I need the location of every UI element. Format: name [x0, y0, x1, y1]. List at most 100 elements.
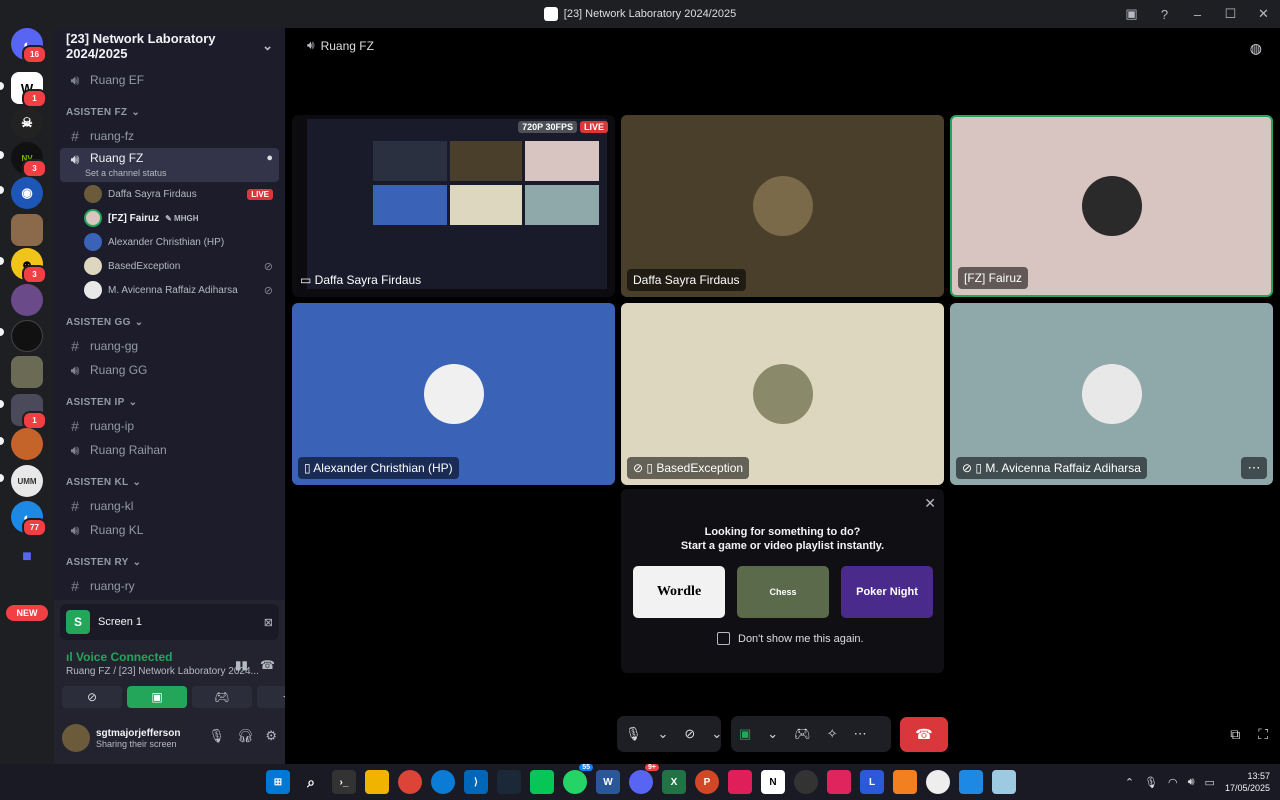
- game-chess[interactable]: Chess: [737, 566, 829, 618]
- server-icon[interactable]: [11, 214, 43, 246]
- stop-stream-icon[interactable]: ⊠: [264, 616, 273, 629]
- server-icon[interactable]: 1: [11, 394, 47, 430]
- voice-member[interactable]: M. Avicenna Raffaiz Adiharsa ⊘: [84, 278, 279, 302]
- minimize-button[interactable]: –: [1181, 7, 1214, 22]
- chevron-down-icon[interactable]: ⌄: [759, 726, 786, 742]
- slack-icon[interactable]: [728, 770, 752, 794]
- text-channel-ruang-ip[interactable]: # ruang-ip: [60, 414, 279, 438]
- server-icon[interactable]: [11, 428, 43, 460]
- maximize-button[interactable]: ☐: [1214, 6, 1247, 22]
- category-asisten-gg[interactable]: ASISTEN GG ⌄: [54, 310, 285, 334]
- search-icon[interactable]: ⌕: [299, 770, 323, 794]
- camera-toggle-button[interactable]: ⊘: [62, 686, 122, 708]
- dont-show-checkbox[interactable]: Don't show me this again.: [717, 632, 864, 645]
- server-icon[interactable]: UMM: [11, 465, 43, 497]
- chevron-down-icon[interactable]: ⌄: [703, 726, 730, 742]
- participant-tile[interactable]: ⊘ ▯ BasedException: [621, 303, 944, 485]
- clock[interactable]: 13:57 17/05/2025: [1225, 770, 1270, 794]
- voice-member[interactable]: BasedException ⊘: [84, 254, 279, 278]
- server-icon[interactable]: ☠: [11, 107, 43, 139]
- server-icon[interactable]: ◐ 77: [11, 501, 47, 537]
- server-icon[interactable]: ☻ 3: [11, 248, 47, 284]
- participant-tile[interactable]: ▯ Alexander Christhian (HP): [292, 303, 615, 485]
- activity-button[interactable]: 🎮︎: [192, 686, 252, 708]
- mic-control[interactable]: 🎙︎ ⌄ ⊘ ⌄: [617, 716, 722, 752]
- category-asisten-ip[interactable]: ASISTEN IP ⌄: [54, 390, 285, 414]
- microphone-icon[interactable]: 🎙︎: [208, 728, 225, 744]
- start-button[interactable]: ⊞: [266, 770, 290, 794]
- microphone-icon[interactable]: 🎙︎: [1144, 776, 1158, 789]
- server-icon[interactable]: NV 3: [11, 142, 47, 178]
- battery-icon[interactable]: ▭: [1205, 776, 1215, 789]
- chevron-down-icon[interactable]: ⌄: [650, 726, 677, 742]
- noise-suppression-icon[interactable]: ▮▮: [235, 658, 248, 672]
- text-channel-ruang-fz[interactable]: # ruang-fz: [60, 124, 279, 148]
- cloudflare-icon[interactable]: [893, 770, 917, 794]
- voice-channel-ruang-fz[interactable]: 🔊︎ Ruang FZ Set a channel status ●: [60, 148, 279, 182]
- participant-tile[interactable]: ⊘ ▯ M. Avicenna Raffaiz Adiharsa ⋯: [950, 303, 1273, 485]
- steam-icon[interactable]: [497, 770, 521, 794]
- channel-status[interactable]: Set a channel status: [85, 168, 167, 178]
- disconnect-icon[interactable]: ☎: [260, 658, 275, 672]
- text-channel-ruang-gg[interactable]: # ruang-gg: [60, 334, 279, 358]
- voice-channel-ruang-gg[interactable]: 🔊︎ Ruang GG: [60, 358, 279, 382]
- app-l-icon[interactable]: L: [860, 770, 884, 794]
- text-channel-ruang-kl[interactable]: # ruang-kl: [60, 494, 279, 518]
- chat-icon[interactable]: ◍: [1250, 40, 1262, 57]
- soundboard-icon[interactable]: ✧: [819, 726, 846, 742]
- share-controls[interactable]: ▣ ⌄ 🎮︎ ✧ ⋯: [731, 716, 891, 752]
- server-folder-icon[interactable]: ■: [11, 541, 43, 573]
- fullscreen-icon[interactable]: ⛶: [1258, 726, 1268, 743]
- screen-share-icon[interactable]: ▣: [731, 726, 759, 742]
- discord-home-button[interactable]: ◐ 16: [11, 28, 47, 64]
- word-icon[interactable]: W: [596, 770, 620, 794]
- terminal-icon[interactable]: ›_: [332, 770, 356, 794]
- screen-share-button[interactable]: ▣: [127, 686, 187, 708]
- disconnect-button[interactable]: ☎: [900, 717, 948, 752]
- more-icon[interactable]: ⋯: [846, 726, 875, 742]
- server-icon[interactable]: W1: [11, 72, 47, 108]
- camera-off-icon[interactable]: ⊘: [676, 726, 703, 742]
- participant-tile[interactable]: Daffa Sayra Firdaus: [621, 115, 944, 297]
- close-window-button[interactable]: ✕: [1247, 6, 1280, 22]
- participant-tile-speaking[interactable]: [FZ] Fairuz: [950, 115, 1273, 297]
- game-wordle[interactable]: Wordle: [633, 566, 725, 618]
- category-asisten-ry[interactable]: ASISTEN RY ⌄: [54, 550, 285, 574]
- voice-member[interactable]: [FZ] Fairuz ✎ MHGH: [84, 206, 279, 230]
- text-channel-ruang-ry[interactable]: # ruang-ry: [60, 574, 279, 598]
- screen-share-preview[interactable]: S Screen 1 ⊠: [60, 604, 279, 640]
- chatgpt-icon[interactable]: [794, 770, 818, 794]
- guild-header[interactable]: [23] Network Laboratory 2024/2025 ⌄: [54, 28, 285, 64]
- server-icon[interactable]: [11, 284, 43, 316]
- server-icon[interactable]: ◉: [11, 177, 43, 209]
- microphone-icon[interactable]: 🎙︎: [617, 726, 650, 742]
- app-icon[interactable]: [827, 770, 851, 794]
- edge-icon[interactable]: [431, 770, 455, 794]
- wifi-icon[interactable]: ◠: [1168, 776, 1178, 789]
- voice-channel-ruang-ef[interactable]: 🔊︎ Ruang EF: [60, 68, 279, 92]
- chevron-up-icon[interactable]: ⌃: [1125, 776, 1134, 789]
- close-icon[interactable]: ✕: [924, 495, 936, 512]
- vscode-icon[interactable]: ⟩: [464, 770, 488, 794]
- inbox-icon[interactable]: ▣: [1115, 6, 1148, 22]
- category-asisten-fz[interactable]: ASISTEN FZ ⌄: [54, 100, 285, 124]
- chat-bubble-icon[interactable]: ●: [266, 152, 273, 164]
- voice-member[interactable]: Alexander Christhian (HP): [84, 230, 279, 254]
- powerpoint-icon[interactable]: P: [695, 770, 719, 794]
- discord-icon[interactable]: 9+: [629, 764, 659, 794]
- voice-channel-ruang-raihan[interactable]: 🔊︎ Ruang Raihan: [60, 438, 279, 462]
- voice-channel-ruang-kl[interactable]: 🔊︎ Ruang KL: [60, 518, 279, 542]
- popout-icon[interactable]: ⧉: [1230, 726, 1240, 743]
- help-icon[interactable]: ?: [1148, 7, 1181, 22]
- gamepad-icon[interactable]: 🎮︎: [786, 726, 819, 742]
- app-icon[interactable]: [992, 770, 1016, 794]
- gear-icon[interactable]: ⚙: [265, 728, 277, 744]
- chrome-icon[interactable]: [398, 770, 422, 794]
- checkbox[interactable]: [717, 632, 730, 645]
- category-asisten-kl[interactable]: ASISTEN KL ⌄: [54, 470, 285, 494]
- more-options-button[interactable]: ⋯: [1241, 457, 1267, 479]
- server-icon[interactable]: [11, 356, 43, 388]
- app-icon[interactable]: [959, 770, 983, 794]
- whatsapp-icon[interactable]: 55: [563, 764, 593, 794]
- app-icon[interactable]: [926, 770, 950, 794]
